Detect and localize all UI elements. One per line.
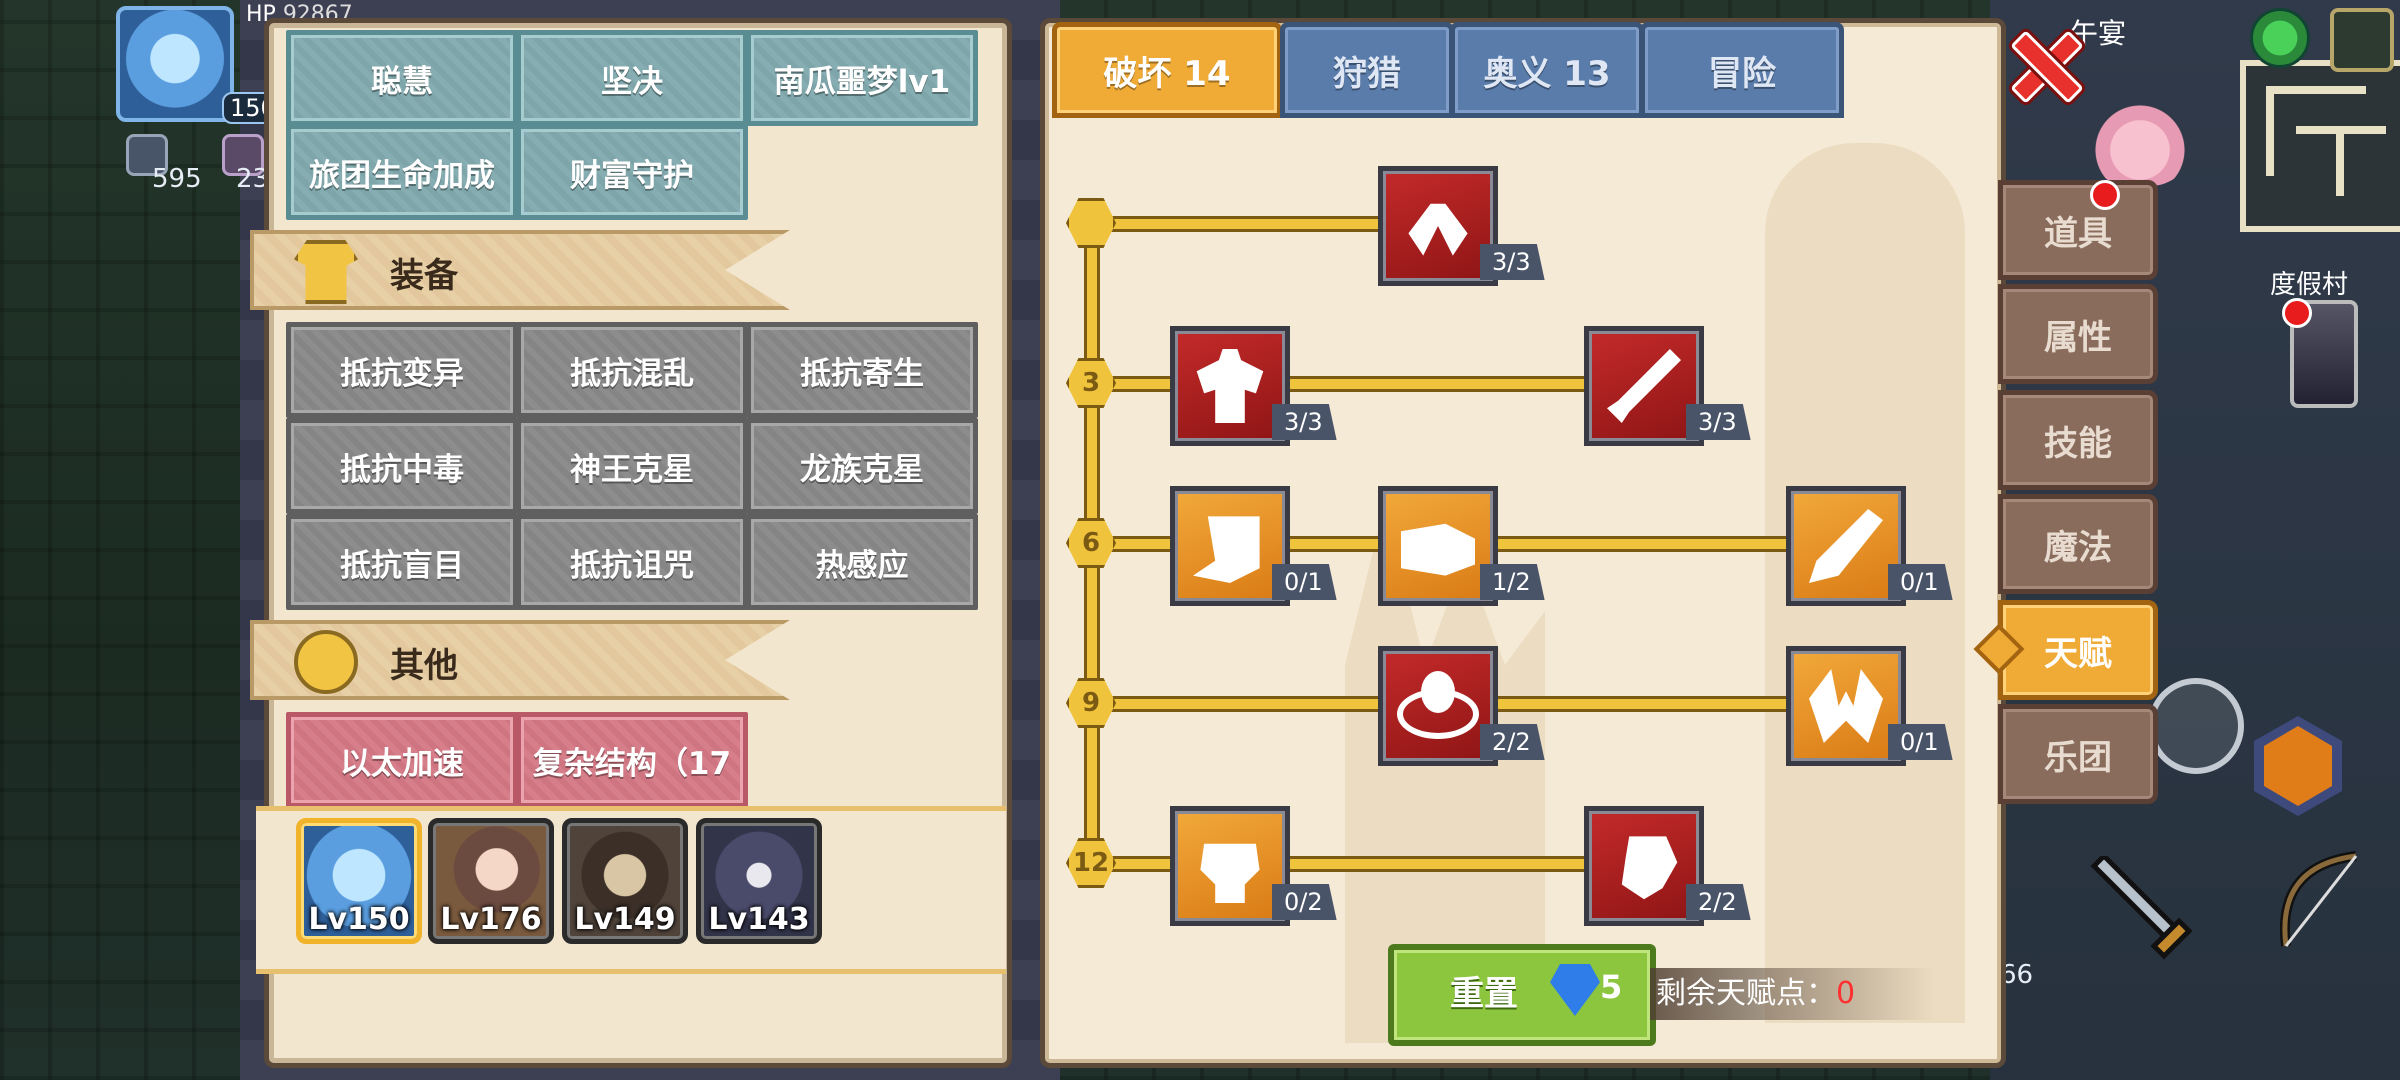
bow-weapon-icon[interactable] [2266,846,2376,956]
talent-count: 0/1 [1888,564,1953,600]
side-tab-talent[interactable]: 天赋 [1998,600,2158,700]
talent-branch [1084,216,1390,232]
reset-cost: 5 [1600,968,1623,1006]
sword-weapon-icon[interactable] [2084,856,2194,966]
equipment-chip[interactable]: 抵抗混乱 [516,322,748,418]
share-icon[interactable] [2330,8,2394,72]
other-chip[interactable]: 以太加速 [286,712,518,808]
tab-destroy[interactable]: 破坏 14 [1052,22,1282,118]
equipment-chip[interactable]: 抵抗中毒 [286,418,518,514]
diamond-icon [1550,964,1600,1016]
swap-icon[interactable] [2148,678,2244,774]
talent-count: 3/3 [1480,244,1545,280]
equipment-chip[interactable]: 抵抗变异 [286,322,518,418]
armor-icon [294,240,358,304]
coin-icon [294,630,358,694]
talent-branch [1084,856,1600,872]
side-tab-magic[interactable]: 魔法 [1998,494,2158,594]
talent-count: 0/2 [1272,884,1337,920]
team-member-slot[interactable]: Lv150 [296,818,422,944]
village-label: 度假村 [2270,270,2349,300]
close-icon[interactable] [2010,30,2076,96]
buff-chip[interactable]: 南瓜噩梦lv1 [746,30,978,126]
talent-count: 3/3 [1272,404,1337,440]
notification-dot [2090,180,2120,210]
talent-count: 2/2 [1686,884,1751,920]
notification-dot [2282,298,2312,328]
buff-chip[interactable]: 财富守护 [516,124,748,220]
remaining-points: 剩余天赋点：0 [1650,968,1936,1020]
tab-hunt[interactable]: 狩猎 [1280,22,1454,118]
player-avatar[interactable] [116,6,234,122]
talent-branch [1084,376,1600,392]
side-tab-band[interactable]: 乐团 [1998,704,2158,804]
equipment-chip[interactable]: 抵抗寄生 [746,322,978,418]
side-tab-attributes[interactable]: 属性 [1998,284,2158,384]
talent-count: 0/1 [1272,564,1337,600]
buff-chip[interactable]: 坚决 [516,30,748,126]
equipment-chip[interactable]: 龙族克星 [746,418,978,514]
equipment-chip[interactable]: 抵抗盲目 [286,514,518,610]
globe-icon[interactable] [2250,8,2310,68]
buff-chip[interactable]: 聪慧 [286,30,518,126]
reset-button[interactable]: 重置 5 [1388,944,1656,1046]
pet-companion [2090,96,2190,186]
equipment-chip[interactable]: 热感应 [746,514,978,610]
minimap[interactable] [2240,60,2400,232]
tab-adventure[interactable]: 冒险 [1640,22,1844,118]
tab-mystery[interactable]: 奥义 13 [1450,22,1644,118]
other-section-header: 其他 [250,620,790,700]
buff-chip[interactable]: 旅团生命加成 [286,124,518,220]
talent-count: 0/1 [1888,724,1953,760]
team-member-slot[interactable]: Lv149 [562,818,688,944]
side-tab-items[interactable]: 道具 [1998,180,2158,280]
talent-count: 1/2 [1480,564,1545,600]
team-member-slot[interactable]: Lv176 [428,818,554,944]
team-member-slot[interactable]: Lv143 [696,818,822,944]
side-tab-skills[interactable]: 技能 [1998,390,2158,490]
other-chip[interactable]: 复杂结构（17 [516,712,748,808]
talent-count: 2/2 [1480,724,1545,760]
equipment-chip[interactable]: 神王克星 [516,418,748,514]
talent-count: 3/3 [1686,404,1751,440]
equipment-section-header: 装备 [250,230,790,310]
stat-value-1: 595 [152,164,202,194]
equipment-chip[interactable]: 抵抗诅咒 [516,514,748,610]
